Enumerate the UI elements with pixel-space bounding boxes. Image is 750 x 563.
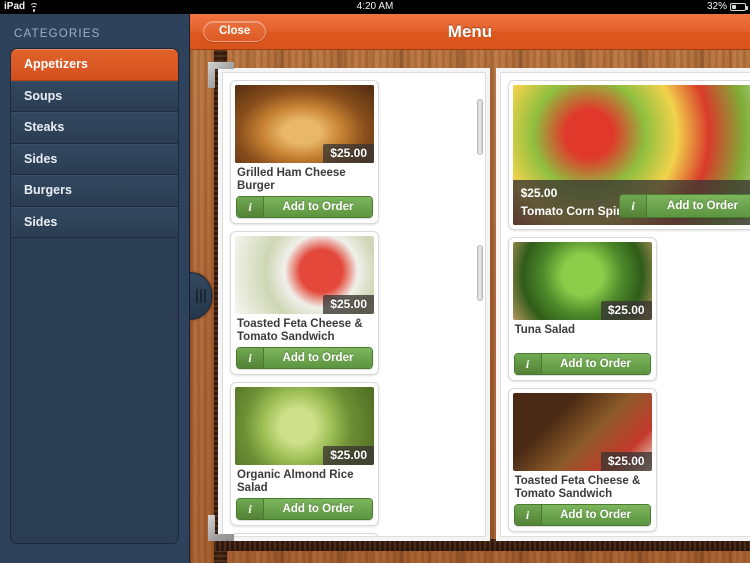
- menu-item-card[interactable]: $25.00 Grilled Ham Cheese Burger i Add t…: [230, 80, 379, 224]
- add-to-order-button[interactable]: i Add to Order: [236, 498, 373, 520]
- page-title: Menu: [447, 21, 493, 41]
- sidebar-item-sides[interactable]: Sides: [11, 143, 178, 175]
- menu-page-right: $25.00 Tomato Corn Spinach Salad i Add t…: [499, 72, 750, 537]
- status-bar: iPad 4:20 AM 32%: [0, 0, 750, 14]
- wifi-icon: [29, 2, 39, 12]
- info-icon[interactable]: i: [620, 195, 647, 217]
- sidebar-item-burgers[interactable]: Burgers: [11, 175, 178, 207]
- price-badge: $25.00: [323, 295, 374, 314]
- add-to-order-button[interactable]: i Add to Order: [236, 347, 373, 369]
- menu-item-thumbnail: $25.00: [235, 387, 374, 465]
- menu-item-name: Grilled Ham Cheese Burger: [237, 167, 346, 192]
- price-badge: $25.00: [323, 446, 374, 465]
- status-clock: 4:20 AM: [356, 1, 394, 12]
- menu-item-card[interactable]: $25.00 Tuna Salad i Add to Order: [507, 237, 657, 381]
- info-icon[interactable]: i: [237, 348, 264, 368]
- menu-item-card-featured[interactable]: $25.00 Tomato Corn Spinach Salad i Add t…: [507, 80, 750, 230]
- add-to-order-button[interactable]: i Add to Order: [513, 504, 651, 526]
- add-to-order-label: Add to Order: [264, 348, 372, 368]
- sidebar-item-appetizers[interactable]: Appetizers: [11, 49, 178, 81]
- menu-book-spread: $25.00 Grilled Ham Cheese Burger i Add t…: [222, 72, 750, 537]
- menu-item-name: Toasted Feta Cheese & Tomato Sandwich: [514, 475, 641, 500]
- menu-grid-right: $25.00 Tomato Corn Spinach Salad i Add t…: [507, 80, 750, 536]
- category-list-filler: [11, 238, 178, 543]
- menu-item-thumbnail: $25.00: [512, 393, 652, 471]
- sidebar-item-steaks[interactable]: Steaks: [11, 112, 178, 144]
- add-to-order-button[interactable]: i Add to Order: [619, 194, 750, 218]
- sidebar-title: CATEGORIES: [14, 28, 101, 40]
- status-right: 32%: [503, 0, 750, 14]
- info-icon[interactable]: i: [514, 354, 542, 374]
- navigation-bar: Close Menu: [190, 14, 750, 50]
- price-badge: $25.00: [600, 301, 652, 320]
- sidebar-item-soups[interactable]: Soups: [11, 80, 178, 112]
- featured-overlay: $25.00 Tomato Corn Spinach Salad i Add t…: [512, 180, 750, 225]
- menu-item-thumbnail: $25.00: [235, 85, 374, 163]
- main-content: Close Menu $25.00 Grilled Ham Cheese Bur…: [190, 14, 750, 563]
- info-icon[interactable]: i: [514, 505, 542, 525]
- page-scroll-indicator[interactable]: [476, 245, 483, 301]
- menu-grid-left: $25.00 Grilled Ham Cheese Burger i Add t…: [230, 80, 478, 536]
- menu-item-name: Organic Almond Rice Salad: [237, 469, 354, 494]
- info-icon[interactable]: i: [237, 499, 264, 519]
- battery-icon: [730, 3, 748, 11]
- price-badge: $25.00: [323, 144, 374, 163]
- battery-percent-label: 32%: [706, 1, 727, 12]
- menu-item-thumbnail: $25.00: [235, 236, 374, 314]
- menu-item-thumbnail: $25.00 Tomato Corn Spinach Salad i Add t…: [512, 85, 750, 225]
- price-badge: $25.00: [600, 452, 652, 471]
- add-to-order-button[interactable]: i Add to Order: [236, 196, 373, 218]
- menu-item-card[interactable]: $25.00 Toasted Feta Cheese & Tomato Sand…: [230, 231, 379, 375]
- menu-item-card[interactable]: $25.00 Feta Cheese & Dried Tomato Salad …: [230, 533, 379, 536]
- device-name: iPad: [4, 1, 26, 12]
- add-to-order-label: Add to Order: [541, 505, 650, 525]
- wood-background: $25.00 Grilled Ham Cheese Burger i Add t…: [190, 50, 750, 563]
- add-to-order-label: Add to Order: [647, 195, 750, 217]
- sidebar: CATEGORIES Appetizers Soups Steaks Sides…: [0, 14, 190, 563]
- add-to-order-label: Add to Order: [264, 499, 372, 519]
- menu-item-name: Tuna Salad: [514, 324, 576, 336]
- add-to-order-label: Add to Order: [264, 197, 372, 217]
- app-root: iPad 4:20 AM 32% CATEGORIES Appetizers S…: [0, 0, 750, 563]
- status-left: iPad: [0, 0, 248, 14]
- menu-item-thumbnail: $25.00: [512, 242, 652, 320]
- menu-item-card[interactable]: $25.00 Toasted Feta Cheese & Tomato Sand…: [507, 388, 657, 532]
- add-to-order-button[interactable]: i Add to Order: [513, 353, 651, 375]
- page-scroll-indicator[interactable]: [476, 99, 483, 155]
- info-icon[interactable]: i: [237, 197, 264, 217]
- book-binding-bottom: [214, 539, 750, 551]
- menu-page-left: $25.00 Grilled Ham Cheese Burger i Add t…: [222, 72, 486, 537]
- add-to-order-label: Add to Order: [541, 354, 650, 374]
- sidebar-item-sides-2[interactable]: Sides: [11, 206, 178, 238]
- menu-item-name: Toasted Feta Cheese & Tomato Sandwich: [237, 318, 363, 343]
- close-button[interactable]: Close: [203, 21, 267, 42]
- menu-item-card[interactable]: $25.00 Organic Almond Rice Salad i Add t…: [230, 382, 379, 526]
- category-list: Appetizers Soups Steaks Sides Burgers Si…: [10, 48, 179, 544]
